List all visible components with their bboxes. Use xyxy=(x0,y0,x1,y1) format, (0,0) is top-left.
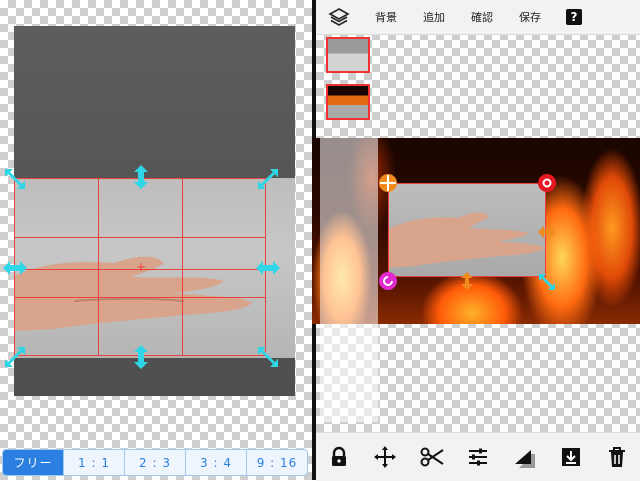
download-box-icon xyxy=(561,448,580,466)
grid-line xyxy=(98,179,99,355)
aspect-free-button[interactable]: フリー xyxy=(3,450,63,475)
resize-arrow-icon xyxy=(134,165,148,189)
grid-line xyxy=(15,297,265,298)
move-icon xyxy=(374,446,397,468)
center-crosshair: + xyxy=(136,260,147,274)
resize-arrow-icon xyxy=(258,347,278,367)
composite-editor-pane: 背景 追加 確認 保存 ? xyxy=(312,0,640,481)
close-icon xyxy=(538,174,556,192)
confirm-button[interactable]: 確認 xyxy=(458,9,506,25)
rotate-icon xyxy=(379,272,397,290)
layer-handle-diagonal[interactable] xyxy=(537,272,557,292)
crop-handle-top-right[interactable] xyxy=(255,166,281,192)
layer-handle-delete[interactable] xyxy=(537,173,557,193)
resize-arrow-icon xyxy=(3,261,27,275)
aspect-2-3-button[interactable]: 2 : 3 xyxy=(124,450,185,475)
crop-handle-right[interactable] xyxy=(255,255,281,281)
horizontal-resize-icon xyxy=(538,226,556,238)
grid-line xyxy=(15,237,265,238)
trash-icon xyxy=(608,447,625,467)
resize-arrow-icon xyxy=(5,169,25,189)
grid-line xyxy=(182,179,183,355)
lock-icon xyxy=(332,446,347,466)
vertical-resize-icon xyxy=(461,272,473,290)
help-button[interactable]: ? xyxy=(554,9,594,25)
save-button[interactable]: 保存 xyxy=(506,9,554,25)
lock-button[interactable] xyxy=(322,440,356,474)
resize-arrow-icon xyxy=(258,169,278,189)
sliders-icon xyxy=(468,448,487,466)
background-button[interactable]: 背景 xyxy=(362,9,410,25)
scissors-icon xyxy=(420,447,444,467)
layer-handle-move[interactable] xyxy=(378,173,398,193)
top-toolbar: 背景 追加 確認 保存 ? xyxy=(316,0,640,35)
crop-handle-top[interactable] xyxy=(128,164,154,190)
move-button[interactable] xyxy=(368,440,402,474)
layer-handle-horizontal[interactable] xyxy=(537,222,557,242)
crop-handle-bottom[interactable] xyxy=(128,344,154,370)
aspect-3-4-button[interactable]: 3 : 4 xyxy=(185,450,246,475)
aspect-ratio-selector: フリー 1 : 1 2 : 3 3 : 4 9 : 16 xyxy=(2,449,308,476)
bottom-toolbar xyxy=(316,432,640,481)
aspect-9-16-button[interactable]: 9 : 16 xyxy=(246,450,307,475)
layers-icon xyxy=(328,8,350,26)
diagonal-resize-icon xyxy=(539,274,555,290)
crop-handle-top-left[interactable] xyxy=(2,166,28,192)
delete-button[interactable] xyxy=(600,440,634,474)
crop-rectangle[interactable]: + xyxy=(14,178,266,356)
semi-transparent-overlay xyxy=(320,138,378,422)
hand-image xyxy=(389,212,545,268)
help-icon: ? xyxy=(566,9,582,25)
adjust-button[interactable] xyxy=(461,440,495,474)
shadow-button[interactable] xyxy=(507,440,541,474)
aspect-1-1-button[interactable]: 1 : 1 xyxy=(63,450,124,475)
resize-arrow-icon xyxy=(5,347,25,367)
layers-button[interactable] xyxy=(316,7,362,27)
layer-handle-vertical[interactable] xyxy=(457,271,477,291)
shadow-icon xyxy=(515,450,536,468)
crop-handle-bottom-left[interactable] xyxy=(2,344,28,370)
crop-handle-bottom-right[interactable] xyxy=(255,344,281,370)
hand-layer-image[interactable] xyxy=(388,183,546,277)
resize-arrow-icon xyxy=(134,345,148,369)
add-button[interactable]: 追加 xyxy=(410,9,458,25)
layer-thumbnail-fire[interactable] xyxy=(326,84,370,120)
crosshair-icon xyxy=(379,174,397,192)
cut-button[interactable] xyxy=(415,440,449,474)
layer-thumbnail-hand[interactable] xyxy=(326,37,370,73)
crop-handle-left[interactable] xyxy=(2,255,28,281)
layer-handle-rotate[interactable] xyxy=(378,271,398,291)
resize-arrow-icon xyxy=(256,261,280,275)
save-to-box-button[interactable] xyxy=(554,440,588,474)
crop-editor-pane: + フリー 1 : 1 2 : 3 3 : 4 9 : 16 xyxy=(0,0,312,480)
